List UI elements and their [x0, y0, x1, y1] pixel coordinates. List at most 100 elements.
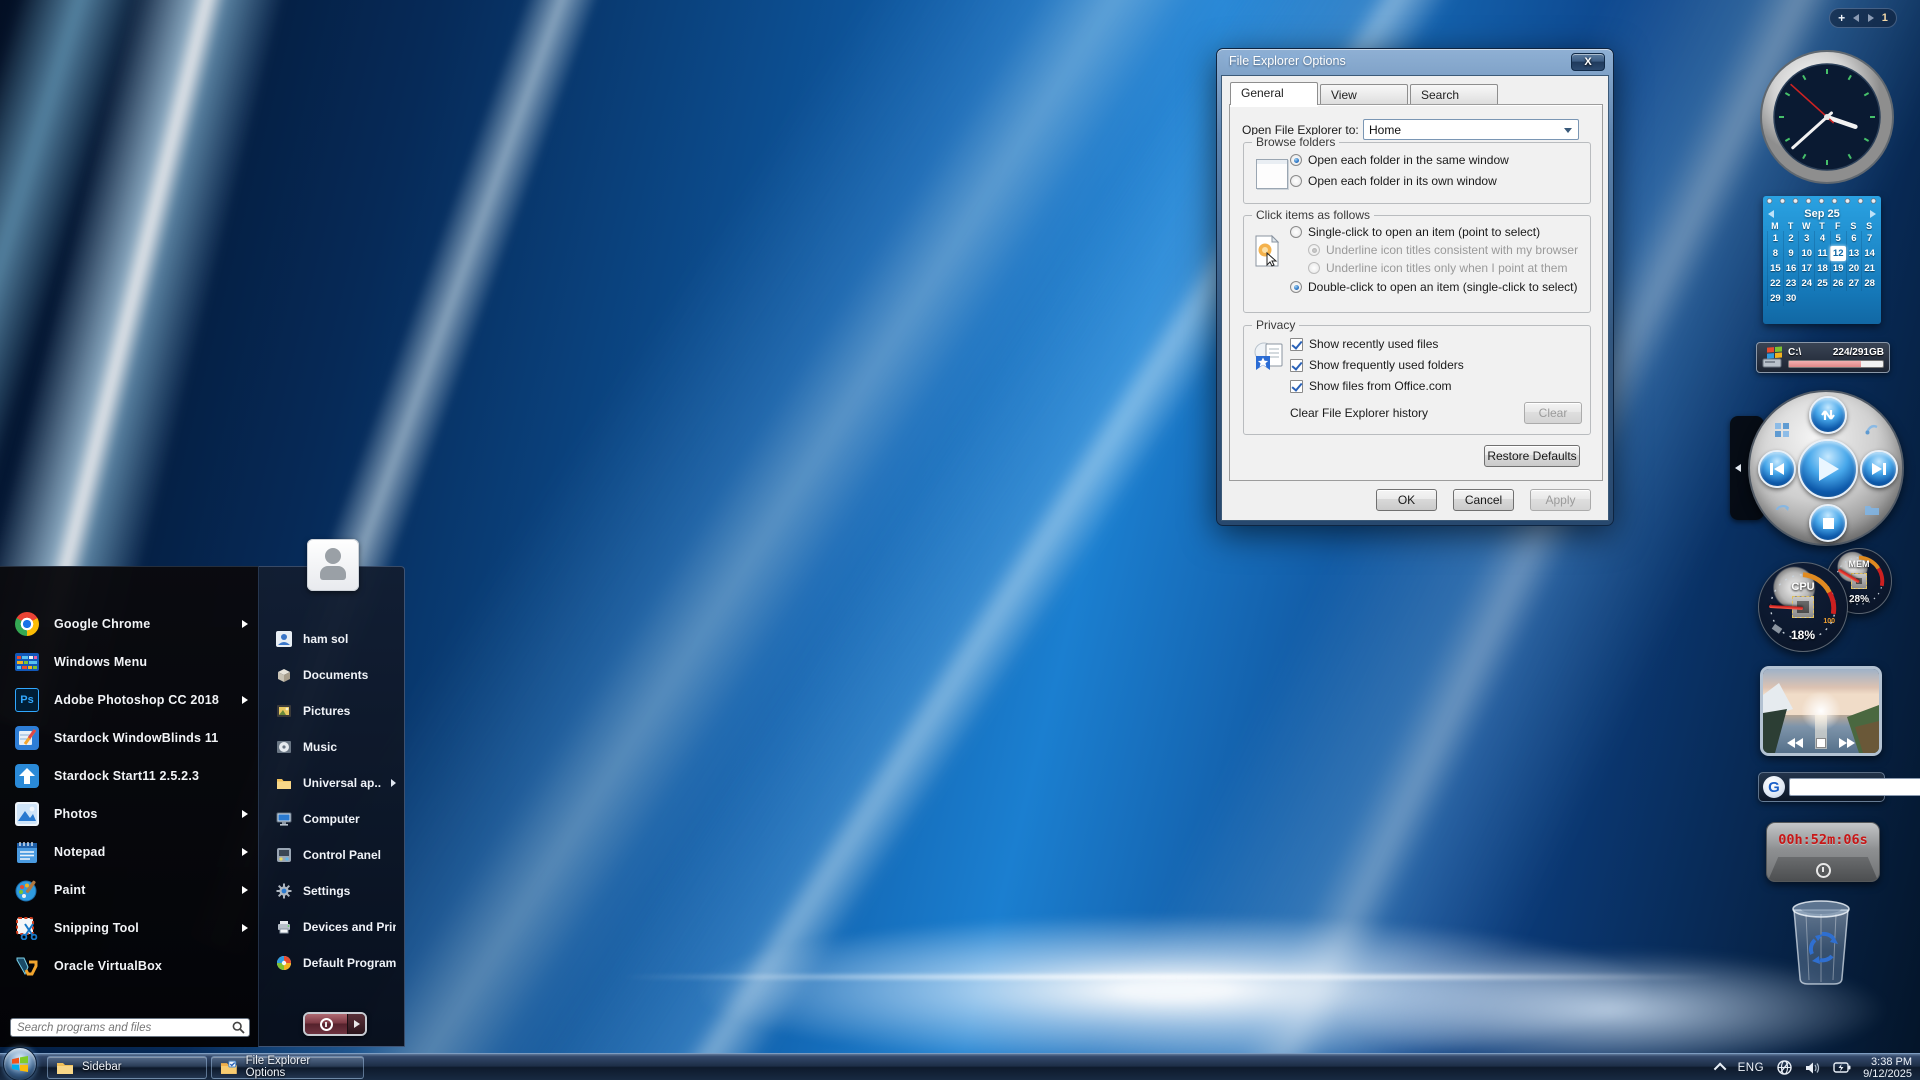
calendar-date-cell[interactable]: 23: [1782, 276, 1799, 291]
shutdown-button[interactable]: [305, 1014, 347, 1034]
calendar-date-cell[interactable]: 3: [1798, 231, 1814, 246]
start-menu-item-documents[interactable]: Documents: [259, 657, 404, 693]
user-avatar[interactable]: [307, 539, 359, 591]
start-menu-item-computer[interactable]: Computer: [259, 801, 404, 837]
network-globe-icon[interactable]: [1776, 1059, 1793, 1076]
start-menu-item-photos[interactable]: Photos: [0, 795, 258, 833]
cancel-button[interactable]: Cancel: [1453, 489, 1514, 511]
gadgets-next-page-icon[interactable]: [1867, 14, 1874, 22]
start-menu-item-photoshop[interactable]: Ps Adobe Photoshop CC 2018: [0, 681, 258, 719]
power-button[interactable]: [303, 1012, 367, 1036]
tab-general[interactable]: General: [1230, 82, 1318, 105]
checkbox-checked-icon[interactable]: [1290, 358, 1303, 372]
start-menu-item-devices-printers[interactable]: Devices and Print...: [259, 909, 404, 945]
option-same-window[interactable]: Open each folder in the same window: [1290, 153, 1509, 167]
drive-meter-gadget[interactable]: C:\ 224/291GB: [1756, 342, 1890, 373]
media-eject-icon[interactable]: [1864, 422, 1880, 438]
calendar-date-cell[interactable]: 15: [1767, 261, 1783, 276]
clear-button[interactable]: Clear: [1524, 402, 1582, 424]
taskbar-button-sidebar[interactable]: Sidebar: [47, 1055, 207, 1079]
taskbar-button-file-explorer-options[interactable]: File Explorer Options: [211, 1055, 364, 1079]
tray-overflow-chevron-icon[interactable]: [1713, 1062, 1727, 1076]
web-search-gadget[interactable]: G: [1758, 772, 1920, 802]
calendar-date-cell[interactable]: 16: [1782, 261, 1799, 276]
calendar-date-cell[interactable]: 26: [1829, 276, 1846, 291]
add-gadget-button[interactable]: +: [1838, 12, 1845, 24]
recycle-bin[interactable]: [1786, 896, 1856, 988]
media-stop-button[interactable]: [1809, 504, 1847, 542]
calendar-date-cell[interactable]: 5: [1829, 231, 1846, 246]
calendar-prev-month-icon[interactable]: [1768, 210, 1774, 218]
slideshow-stop-icon[interactable]: [1816, 738, 1826, 748]
calendar-date-cell[interactable]: 30: [1782, 291, 1799, 306]
checkbox-checked-icon[interactable]: [1290, 379, 1303, 393]
start-menu-item-notepad[interactable]: Notepad: [0, 833, 258, 871]
start-menu-item-universal-apps[interactable]: Universal ap...: [259, 765, 404, 801]
calendar-date-cell[interactable]: 17: [1798, 261, 1814, 276]
open-explorer-to-dropdown[interactable]: Home: [1363, 119, 1579, 140]
tab-search[interactable]: Search: [1410, 84, 1498, 105]
start-menu-search-input[interactable]: [17, 1021, 232, 1034]
power-options-arrow[interactable]: [347, 1014, 365, 1034]
start-menu-item-music[interactable]: Music: [259, 729, 404, 765]
tab-view[interactable]: View: [1320, 84, 1408, 105]
start-menu-search-box[interactable]: [10, 1018, 250, 1037]
calendar-date-cell[interactable]: 21: [1861, 261, 1877, 276]
start-menu-item-settings[interactable]: Settings: [259, 873, 404, 909]
timer-power-icon[interactable]: [1815, 862, 1831, 878]
media-library-icon[interactable]: [1774, 422, 1790, 438]
start-menu-item-paint[interactable]: Paint: [0, 871, 258, 909]
media-drawer-collapse-icon[interactable]: [1735, 464, 1741, 472]
battery-power-icon[interactable]: [1833, 1061, 1851, 1074]
start-menu-item-default-programs[interactable]: Default Programs: [259, 945, 404, 981]
restore-defaults-button[interactable]: Restore Defaults: [1484, 445, 1580, 467]
radio-icon[interactable]: [1290, 226, 1302, 238]
checkbox-show-frequent-folders[interactable]: Show frequently used folders: [1290, 358, 1464, 372]
media-player-gadget[interactable]: [1730, 388, 1905, 548]
photo-slideshow-gadget[interactable]: [1760, 666, 1882, 756]
cpu-gauge-gadget[interactable]: CPU 100 18%: [1758, 562, 1848, 652]
start-menu-item-windows-menu[interactable]: Windows Menu: [0, 643, 258, 681]
calendar-date-cell[interactable]: 4: [1814, 231, 1830, 246]
calendar-date-cell[interactable]: 8: [1767, 246, 1783, 261]
calendar-date-cell[interactable]: 12: [1829, 246, 1846, 261]
media-shuffle-button[interactable]: [1809, 396, 1847, 434]
radio-selected-icon[interactable]: [1290, 154, 1302, 166]
slideshow-next-icon[interactable]: [1839, 738, 1855, 748]
calendar-date-cell[interactable]: 1: [1767, 231, 1783, 246]
calendar-date-cell[interactable]: 13: [1845, 246, 1862, 261]
calendar-date-cell[interactable]: 14: [1861, 246, 1877, 261]
option-single-click[interactable]: Single-click to open an item (point to s…: [1290, 225, 1540, 239]
ok-button[interactable]: OK: [1376, 489, 1437, 511]
slideshow-previous-icon[interactable]: [1787, 738, 1803, 748]
media-repeat-icon[interactable]: [1774, 502, 1792, 516]
calendar-date-cell[interactable]: 20: [1845, 261, 1862, 276]
timer-gadget[interactable]: 00h:52m:06s: [1766, 822, 1880, 882]
calendar-gadget[interactable]: Sep 25 M T W T F S S 1 2 3 4 5 6 7 8 9 1…: [1763, 196, 1881, 324]
calendar-date-cell[interactable]: 18: [1814, 261, 1830, 276]
gadgets-prev-page-icon[interactable]: [1853, 14, 1860, 22]
option-own-window[interactable]: Open each folder in its own window: [1290, 174, 1497, 188]
checkbox-checked-icon[interactable]: [1290, 337, 1303, 351]
start-menu-item-snipping-tool[interactable]: Snipping Tool: [0, 909, 258, 947]
calendar-date-cell[interactable]: 25: [1814, 276, 1830, 291]
volume-icon[interactable]: [1805, 1061, 1821, 1075]
calendar-next-month-icon[interactable]: [1870, 210, 1876, 218]
media-next-button[interactable]: [1860, 450, 1898, 488]
language-indicator[interactable]: ENG: [1738, 1062, 1764, 1074]
calendar-date-cell[interactable]: 19: [1829, 261, 1846, 276]
start-button[interactable]: [3, 1047, 37, 1080]
calendar-date-cell[interactable]: 6: [1845, 231, 1862, 246]
start-menu-item-control-panel[interactable]: Control Panel: [259, 837, 404, 873]
calendar-date-cell[interactable]: 29: [1767, 291, 1783, 306]
tray-clock[interactable]: 3:38 PM 9/12/2025: [1863, 1056, 1916, 1080]
calendar-date-cell[interactable]: 9: [1782, 246, 1799, 261]
calendar-date-cell[interactable]: 2: [1782, 231, 1799, 246]
calendar-date-cell[interactable]: 24: [1798, 276, 1814, 291]
start-menu-item-user[interactable]: ham sol: [259, 621, 404, 657]
radio-selected-icon[interactable]: [1290, 281, 1302, 293]
clock-gadget[interactable]: [1758, 48, 1896, 186]
start-menu-item-google-chrome[interactable]: Google Chrome: [0, 605, 258, 643]
calendar-date-cell[interactable]: 22: [1767, 276, 1783, 291]
start-menu-item-windowblinds[interactable]: Stardock WindowBlinds 11: [0, 719, 258, 757]
